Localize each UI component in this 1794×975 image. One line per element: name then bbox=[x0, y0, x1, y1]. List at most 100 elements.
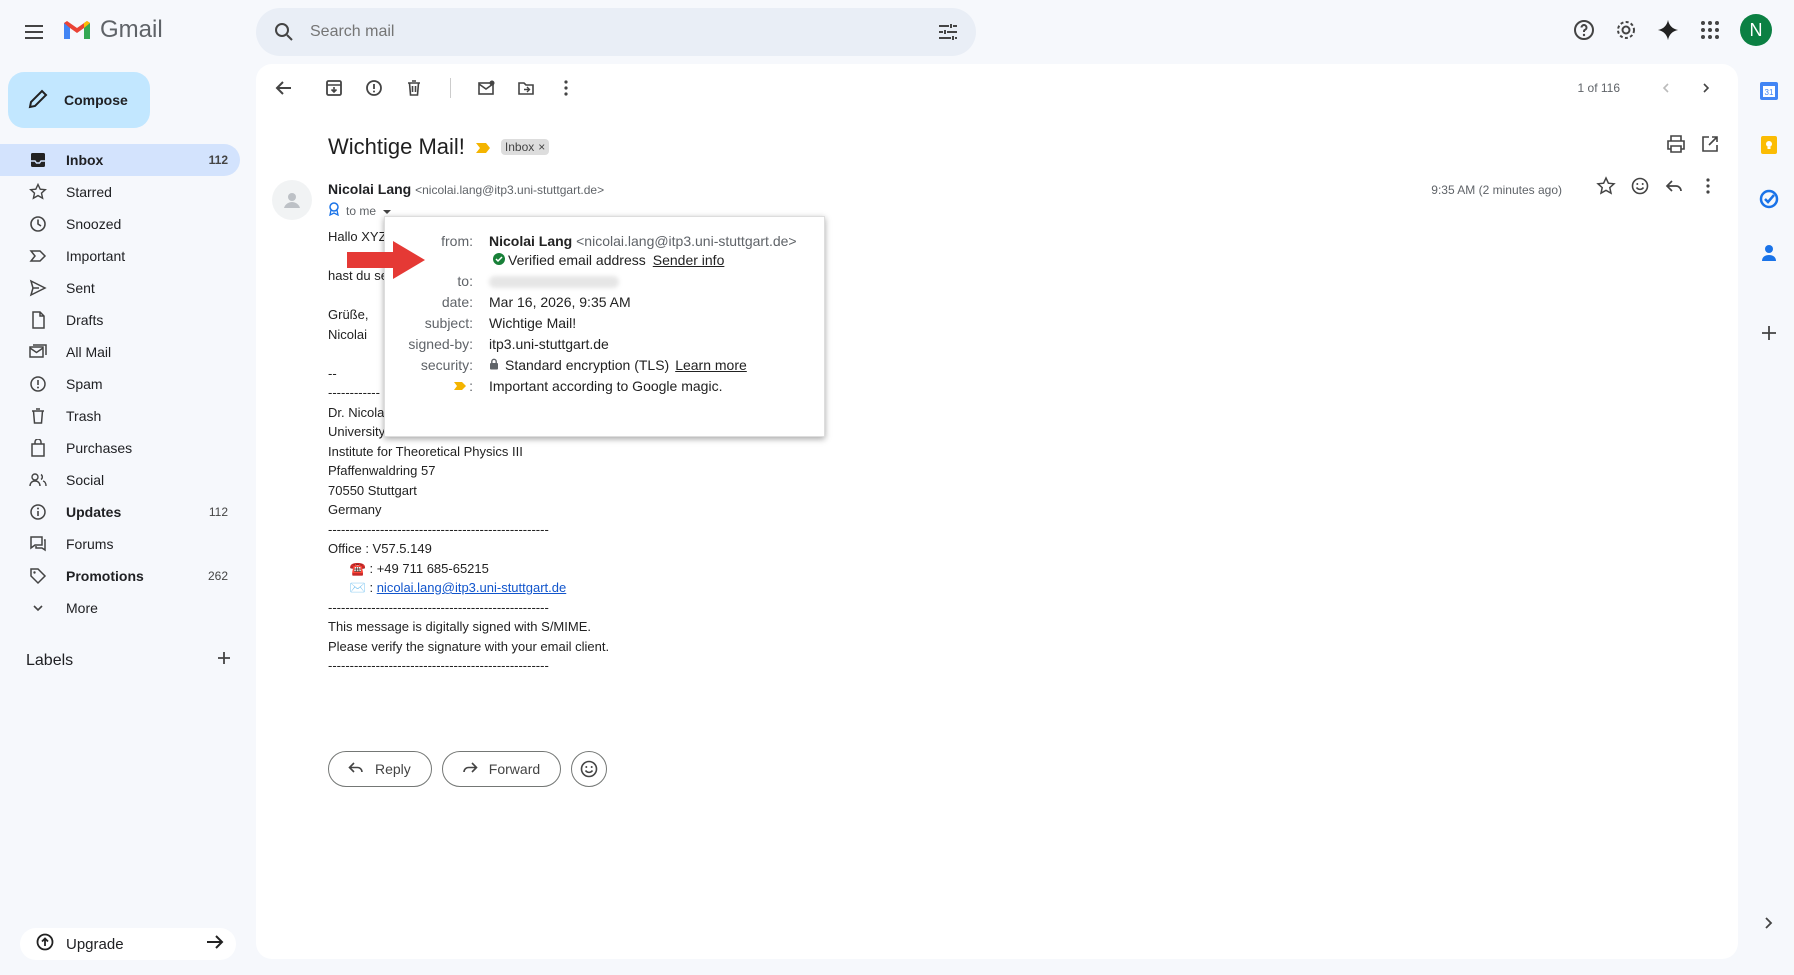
sidebar-item-all-mail[interactable]: All Mail bbox=[0, 336, 240, 368]
sender-info-link[interactable]: Sender info bbox=[653, 252, 725, 268]
forward-button[interactable]: Forward bbox=[441, 751, 562, 787]
reply-icon[interactable] bbox=[1664, 176, 1684, 199]
tasks-icon[interactable] bbox=[1756, 186, 1782, 212]
forum-icon bbox=[28, 534, 48, 554]
keep-icon[interactable] bbox=[1756, 132, 1782, 158]
body-line: ----------------------------------------… bbox=[328, 520, 609, 540]
body-text: Pfaffenwaldring 57 bbox=[328, 463, 436, 478]
search-input[interactable] bbox=[310, 23, 910, 41]
sender-name[interactable]: Nicolai Lang bbox=[328, 181, 411, 197]
learn-more-link[interactable]: Learn more bbox=[675, 357, 747, 373]
reply-label: Reply bbox=[375, 761, 411, 777]
next-chevron-icon[interactable] bbox=[1694, 76, 1718, 100]
sidebar-item-purchases[interactable]: Purchases bbox=[0, 432, 240, 464]
labels-section: Labels bbox=[26, 650, 232, 671]
message-time: 9:35 AM (2 minutes ago) bbox=[1431, 183, 1562, 197]
more-vert-icon[interactable] bbox=[554, 76, 578, 100]
sidebar-item-social[interactable]: Social bbox=[0, 464, 240, 496]
inbox-icon bbox=[28, 150, 48, 170]
add-label-icon[interactable] bbox=[216, 650, 232, 671]
sidebar-item-label: Starred bbox=[66, 184, 112, 200]
body-text: Office : V57.5.149 bbox=[328, 541, 432, 556]
message-toolbar: 1 of 116 bbox=[256, 64, 1738, 112]
sidebar-item-label: Promotions bbox=[66, 568, 144, 584]
move-to-icon[interactable] bbox=[514, 76, 538, 100]
body-text: ☎️ : +49 711 685-65215 bbox=[328, 560, 489, 576]
recipients-toggle[interactable]: to me bbox=[328, 202, 392, 219]
archive-icon[interactable] bbox=[322, 76, 346, 100]
draft-icon bbox=[28, 310, 48, 330]
body-text: Germany bbox=[328, 502, 382, 517]
sidebar-item-trash[interactable]: Trash bbox=[0, 400, 240, 432]
gemini-sparkle-icon[interactable] bbox=[1652, 14, 1684, 46]
contacts-icon[interactable] bbox=[1756, 240, 1782, 266]
main-menu-icon[interactable] bbox=[22, 20, 46, 44]
sidebar-item-snoozed[interactable]: Snoozed bbox=[0, 208, 240, 240]
bag-icon bbox=[28, 438, 48, 458]
important-icon bbox=[28, 246, 48, 266]
remove-label-icon[interactable]: × bbox=[538, 140, 545, 154]
emoji-react-button[interactable] bbox=[571, 751, 608, 787]
sidebar-item-more[interactable]: More bbox=[0, 592, 240, 624]
compose-label: Compose bbox=[64, 92, 128, 108]
body-text: ✉️ : bbox=[328, 580, 377, 595]
reply-button[interactable]: Reply bbox=[328, 751, 432, 787]
calendar-icon[interactable]: 31 bbox=[1756, 78, 1782, 104]
sidebar-item-updates[interactable]: Updates 112 bbox=[0, 496, 240, 528]
back-arrow-icon[interactable] bbox=[272, 76, 296, 100]
report-spam-icon[interactable] bbox=[362, 76, 386, 100]
sidebar-item-spam[interactable]: Spam bbox=[0, 368, 240, 400]
sidebar-item-label: All Mail bbox=[66, 344, 112, 360]
body-text: ------------ bbox=[328, 385, 380, 400]
upgrade-button[interactable]: Upgrade bbox=[20, 928, 236, 960]
sidebar-item-label: Social bbox=[66, 472, 105, 488]
delete-icon[interactable] bbox=[402, 76, 426, 100]
sidebar-item-inbox[interactable]: Inbox 112 bbox=[0, 144, 240, 176]
add-addon-icon[interactable] bbox=[1756, 320, 1782, 346]
settings-gear-icon[interactable] bbox=[1610, 14, 1642, 46]
help-icon[interactable] bbox=[1568, 14, 1600, 46]
prev-chevron-icon[interactable] bbox=[1654, 76, 1678, 100]
apps-grid-icon[interactable] bbox=[1694, 14, 1726, 46]
sidebar-item-drafts[interactable]: Drafts bbox=[0, 304, 240, 336]
tag-icon bbox=[28, 566, 48, 586]
smiley-icon bbox=[580, 760, 598, 778]
sidebar-item-count: 112 bbox=[208, 505, 228, 519]
sidebar-item-important[interactable]: Important bbox=[0, 240, 240, 272]
footer-line: Please verify the signature with your em… bbox=[328, 638, 610, 654]
search-icon[interactable] bbox=[272, 20, 296, 44]
star-icon[interactable] bbox=[1596, 176, 1616, 199]
search-bar[interactable] bbox=[256, 8, 976, 56]
verified-check-icon bbox=[493, 252, 505, 268]
signature-email-link[interactable]: nicolai.lang@itp3.uni-stuttgart.de bbox=[377, 580, 567, 595]
sidebar-item-starred[interactable]: Starred bbox=[0, 176, 240, 208]
sender-avatar[interactable] bbox=[272, 180, 312, 220]
top-bar: Gmail N bbox=[0, 0, 1794, 64]
mark-unread-icon[interactable] bbox=[474, 76, 498, 100]
forward-label: Forward bbox=[488, 761, 541, 777]
emoji-reaction-icon[interactable] bbox=[1630, 176, 1650, 199]
search-options-icon[interactable] bbox=[936, 20, 960, 47]
compose-button[interactable]: Compose bbox=[8, 72, 150, 128]
expand-panel-chevron-icon[interactable] bbox=[1756, 910, 1782, 936]
red-arrow-annotation-icon bbox=[347, 241, 425, 279]
sidebar-item-count: 112 bbox=[208, 153, 228, 167]
inbox-label-text: Inbox bbox=[504, 140, 535, 154]
body-line: Institute for Theoretical Physics III bbox=[328, 442, 609, 462]
sidebar-item-promotions[interactable]: Promotions 262 bbox=[0, 560, 240, 592]
important-colon: : bbox=[469, 378, 473, 394]
body-line: Office : V57.5.149 bbox=[328, 539, 609, 559]
upgrade-label: Upgrade bbox=[66, 935, 124, 953]
body-text: Institute for Theoretical Physics III bbox=[328, 443, 523, 459]
people-icon bbox=[28, 470, 48, 490]
important-marker-icon[interactable] bbox=[475, 134, 491, 160]
open-in-new-window-icon[interactable] bbox=[1700, 134, 1720, 157]
print-icon[interactable] bbox=[1666, 134, 1686, 157]
gmail-logo[interactable]: Gmail bbox=[62, 16, 163, 44]
body-text: 70550 Stuttgart bbox=[328, 482, 417, 498]
inbox-label-chip[interactable]: Inbox × bbox=[500, 139, 550, 155]
message-more-icon[interactable] bbox=[1698, 176, 1718, 199]
account-avatar[interactable]: N bbox=[1740, 14, 1772, 46]
sidebar-item-forums[interactable]: Forums bbox=[0, 528, 240, 560]
sidebar-item-sent[interactable]: Sent bbox=[0, 272, 240, 304]
